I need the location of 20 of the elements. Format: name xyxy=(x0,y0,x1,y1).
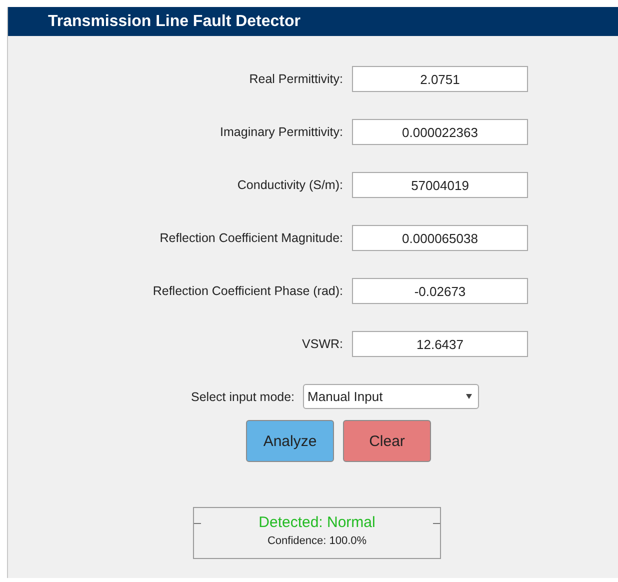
input-field[interactable]: 0.000022363 xyxy=(352,119,528,145)
field-label: Reflection Coefficient Magnitude: xyxy=(158,231,343,245)
window-title: Transmission Line Fault Detector xyxy=(48,12,300,30)
clear-button[interactable]: Clear xyxy=(343,420,431,462)
field-label: VSWR: xyxy=(301,337,343,351)
field-label: Imaginary Permittivity: xyxy=(219,125,343,139)
input-field[interactable]: 0.000065038 xyxy=(352,225,528,251)
dropdown-caret-icon xyxy=(466,394,472,399)
analyze-button[interactable]: Analyze xyxy=(246,420,334,462)
field-label: Select input mode: xyxy=(191,390,295,404)
input-field[interactable]: 12.6437 xyxy=(352,331,528,357)
field-label: Reflection Coefficient Phase (rad): xyxy=(152,284,343,298)
field-label: Real Permittivity: xyxy=(248,72,343,86)
field-label: Conductivity (S/m): xyxy=(236,178,343,192)
input-field[interactable]: 57004019 xyxy=(352,172,528,198)
result-status: Detected: Normal xyxy=(258,514,376,531)
confidence-text: Confidence: 100.0% xyxy=(267,535,367,547)
input-field[interactable]: 2.0751 xyxy=(352,66,528,92)
mode-dropdown[interactable]: Manual Input xyxy=(302,384,479,409)
input-field[interactable]: -0.02673 xyxy=(352,278,528,304)
